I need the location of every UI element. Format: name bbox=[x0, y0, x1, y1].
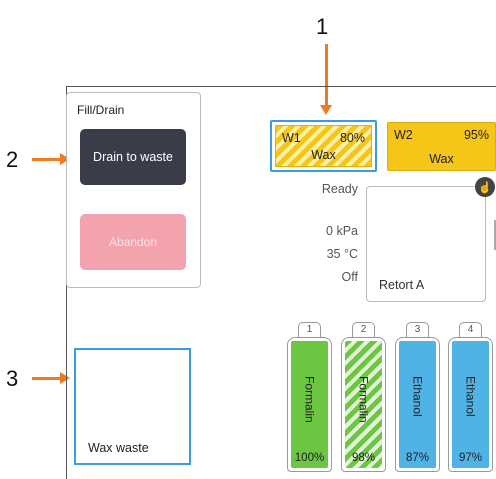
wax-bath-name: Wax bbox=[429, 152, 454, 166]
callout-arrow-2 bbox=[32, 153, 70, 165]
bottle-body: Ethanol 97% bbox=[448, 337, 493, 472]
retort-stirrer: Off bbox=[341, 270, 358, 284]
bottle-reagent: Ethanol bbox=[410, 376, 425, 417]
retort-temperature: 35 °C bbox=[326, 247, 358, 261]
bottle-reagent: Formalin bbox=[356, 376, 371, 423]
drain-to-waste-button[interactable]: Drain to waste bbox=[80, 129, 186, 185]
wax-bath-id: W2 bbox=[394, 128, 413, 142]
bottle-reagent: Formalin bbox=[302, 376, 317, 423]
retort-state: Ready bbox=[321, 182, 358, 196]
hand-pointer-icon[interactable]: ☝ bbox=[475, 177, 495, 197]
wax-bath-name: Wax bbox=[311, 148, 336, 162]
callout-number-2: 2 bbox=[6, 147, 19, 172]
bottle-percent: 87% bbox=[405, 452, 430, 464]
retort-label: Retort A bbox=[379, 278, 425, 292]
bottle-body: Formalin 100% bbox=[287, 337, 332, 472]
reagent-bottle-4[interactable]: 4 Ethanol 97% bbox=[448, 322, 493, 472]
wax-bath-w2[interactable]: W2 95% Wax bbox=[387, 122, 496, 171]
callout-arrow-3 bbox=[32, 372, 70, 384]
bottle-body: Ethanol 87% bbox=[395, 337, 440, 472]
bottle-percent: 98% bbox=[351, 452, 376, 464]
reagent-bottle-3[interactable]: 3 Ethanol 87% bbox=[395, 322, 440, 472]
wax-bath-percent: 80% bbox=[339, 131, 365, 145]
fill-drain-title: Fill/Drain bbox=[77, 103, 125, 117]
bottle-body: Formalin 98% bbox=[341, 337, 386, 472]
callout-number-1: 1 bbox=[316, 14, 329, 39]
reagent-bottle-2[interactable]: 2 Formalin 98% bbox=[341, 322, 386, 472]
abandon-button[interactable]: Abandon bbox=[80, 214, 186, 270]
bottle-percent: 100% bbox=[294, 452, 325, 464]
wax-waste-container[interactable]: Wax waste bbox=[74, 348, 191, 465]
bottle-percent: 97% bbox=[458, 452, 483, 464]
callout-number-3: 3 bbox=[6, 366, 19, 391]
retort-a[interactable]: Retort A bbox=[366, 186, 486, 302]
fill-drain-panel: Fill/Drain Drain to waste Abandon bbox=[66, 92, 201, 288]
wax-bath-percent: 95% bbox=[463, 128, 489, 142]
wax-bath-w1-fill: W1 80% Wax bbox=[275, 125, 372, 167]
wax-waste-label: Wax waste bbox=[88, 441, 149, 455]
wax-bath-id: W1 bbox=[282, 131, 301, 145]
reagent-bottle-1[interactable]: 1 Formalin 100% bbox=[287, 322, 332, 472]
retort-pressure: 0 kPa bbox=[326, 224, 358, 238]
wax-bath-w1[interactable]: W1 80% Wax bbox=[270, 120, 377, 172]
bottle-reagent: Ethanol bbox=[463, 376, 478, 417]
